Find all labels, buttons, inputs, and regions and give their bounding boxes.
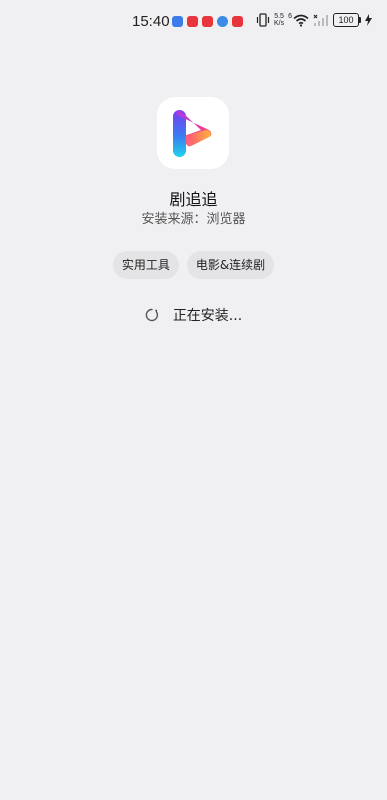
signal-icon: [313, 14, 329, 26]
notification-app-icon: [172, 16, 183, 27]
system-icons: 5.5 K/s 6 100: [256, 13, 373, 27]
network-speed: 5.5 K/s: [274, 13, 284, 27]
status-bar: 15:40 5.5 K/s 6 100: [0, 0, 387, 44]
tag-utility: 实用工具: [112, 251, 179, 279]
notification-app-icon: [187, 16, 198, 27]
vibrate-icon: [256, 13, 270, 27]
app-icon: [157, 97, 229, 169]
play-logo-icon: [173, 110, 212, 157]
network-speed-unit: K/s: [274, 20, 285, 27]
notification-icons: [172, 16, 243, 27]
app-name: 剧追追: [169, 190, 218, 209]
category-tags: 实用工具 电影&连续剧: [0, 251, 387, 279]
tag-movies-series: 电影&连续剧: [186, 251, 275, 279]
status-time: 15:40: [132, 13, 170, 30]
notification-app-icon: [202, 16, 213, 27]
charging-icon: [365, 14, 373, 26]
install-status-text: 正在安装...: [172, 308, 243, 324]
notification-app-icon: [217, 16, 228, 27]
loading-spinner-icon: [145, 308, 158, 322]
install-progress: 正在安装...: [0, 305, 387, 325]
install-source: 安装来源：浏览器: [141, 212, 246, 227]
signal-generation: 6: [288, 13, 293, 20]
notification-app-icon: [232, 16, 243, 27]
wifi-icon: [293, 14, 309, 27]
network-speed-value: 5.5: [274, 13, 284, 20]
battery-indicator: 100: [333, 13, 362, 27]
